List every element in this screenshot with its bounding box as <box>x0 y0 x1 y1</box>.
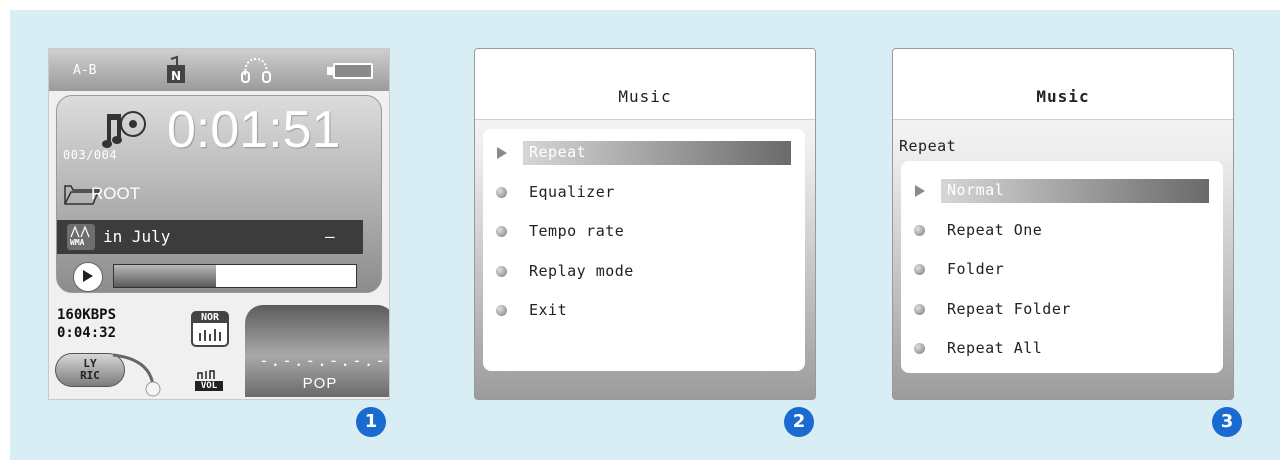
selection-arrow-icon <box>497 147 507 159</box>
song-artist: – <box>325 227 335 246</box>
menu-header: Music <box>893 49 1233 120</box>
volume-icon[interactable]: VOL <box>195 367 223 395</box>
eq-bars-icon <box>199 329 221 341</box>
menu-item-label: Repeat <box>529 143 587 161</box>
eq-level-dots: -.-.-.-.-.- <box>259 351 387 370</box>
menu-item-label: Replay mode <box>529 262 634 280</box>
repeat-ab-indicator[interactable]: A-B <box>73 63 96 78</box>
player-screen: A-B N 003/004 0:01:51 ROOT WMA in July –… <box>48 48 390 400</box>
wma-format-icon: WMA <box>67 224 95 250</box>
n-equalizer-icon: N <box>167 55 185 83</box>
repeat-option-repeat-one[interactable]: Repeat One <box>901 219 1223 243</box>
menu-item-label: Equalizer <box>529 183 615 201</box>
track-number: 003/004 <box>63 148 118 162</box>
volume-label: VOL <box>195 381 223 391</box>
bullet-icon <box>496 266 507 277</box>
menu-item-label: Tempo rate <box>529 222 625 240</box>
eq-mode-icon[interactable]: NOR <box>191 311 229 347</box>
repeat-option-repeat-folder[interactable]: Repeat Folder <box>901 298 1223 322</box>
menu-item-equalizer[interactable]: Equalizer <box>483 181 805 205</box>
bullet-icon <box>496 187 507 198</box>
menu-item-label: Exit <box>529 301 568 319</box>
bullet-icon <box>496 226 507 237</box>
eq-mode-label: NOR <box>193 312 227 323</box>
volume-bars-icon <box>197 370 215 379</box>
step-badge-3: 3 <box>1212 407 1242 437</box>
bitrate: 160KBPS <box>57 307 117 323</box>
bullet-icon <box>914 304 925 315</box>
lyric-arc-icon <box>112 353 161 397</box>
progress-bar[interactable] <box>113 264 357 288</box>
submenu-label: Repeat <box>899 137 957 155</box>
play-icon <box>83 270 93 282</box>
music-menu-screen: Music Repeat Equalizer Tempo rate Replay… <box>474 48 816 400</box>
eq-preset-panel[interactable]: -.-.-.-.-.- POP <box>245 305 389 397</box>
menu-item-replay-mode[interactable]: Replay mode <box>483 260 805 284</box>
repeat-option-repeat-all[interactable]: Repeat All <box>901 337 1223 361</box>
svg-text:N: N <box>171 69 181 83</box>
track-title-bar: WMA in July – <box>57 220 363 254</box>
stage: A-B N 003/004 0:01:51 ROOT WMA in July –… <box>10 10 1280 460</box>
play-button[interactable] <box>73 262 103 292</box>
bullet-icon <box>914 264 925 275</box>
repeat-option-label: Repeat Folder <box>947 300 1071 318</box>
repeat-option-normal[interactable]: Normal <box>901 179 1223 203</box>
menu-item-tempo-rate[interactable]: Tempo rate <box>483 220 805 244</box>
bullet-icon <box>914 225 925 236</box>
step-badge-2: 2 <box>784 407 814 437</box>
repeat-options-list: Normal Repeat One Folder Repeat Folder R… <box>901 161 1223 373</box>
battery-icon <box>327 63 373 79</box>
total-time: 0:04:32 <box>57 325 117 341</box>
headphones-icon <box>241 57 271 83</box>
menu-item-exit[interactable]: Exit <box>483 299 805 323</box>
music-notes-icon <box>102 111 146 148</box>
menu-title: Music <box>1036 87 1090 106</box>
repeat-option-label: Folder <box>947 260 1005 278</box>
menu-item-repeat[interactable]: Repeat <box>483 141 805 165</box>
format-label: WMA <box>70 238 85 247</box>
menu-title: Music <box>618 87 672 106</box>
repeat-menu-screen: Music Repeat Normal Repeat One Folder Re… <box>892 48 1234 400</box>
step-badge-1: 1 <box>356 407 386 437</box>
repeat-option-label: Repeat All <box>947 339 1043 357</box>
status-bar: A-B N <box>49 49 389 91</box>
repeat-option-label: Repeat One <box>947 221 1043 239</box>
menu-header: Music <box>475 49 815 120</box>
progress-fill <box>114 265 216 287</box>
repeat-option-label: Normal <box>947 181 1005 199</box>
folder-name: ROOT <box>91 184 141 203</box>
selection-arrow-icon <box>915 185 925 197</box>
now-playing-panel: 003/004 0:01:51 ROOT WMA in July – <box>56 95 382 293</box>
repeat-option-folder[interactable]: Folder <box>901 258 1223 282</box>
menu-list: Repeat Equalizer Tempo rate Replay mode … <box>483 129 805 371</box>
song-title: in July <box>103 227 171 246</box>
elapsed-time: 0:01:51 <box>167 101 341 159</box>
eq-preset-label: POP <box>302 375 338 392</box>
bullet-icon <box>914 343 925 354</box>
bullet-icon <box>496 305 507 316</box>
